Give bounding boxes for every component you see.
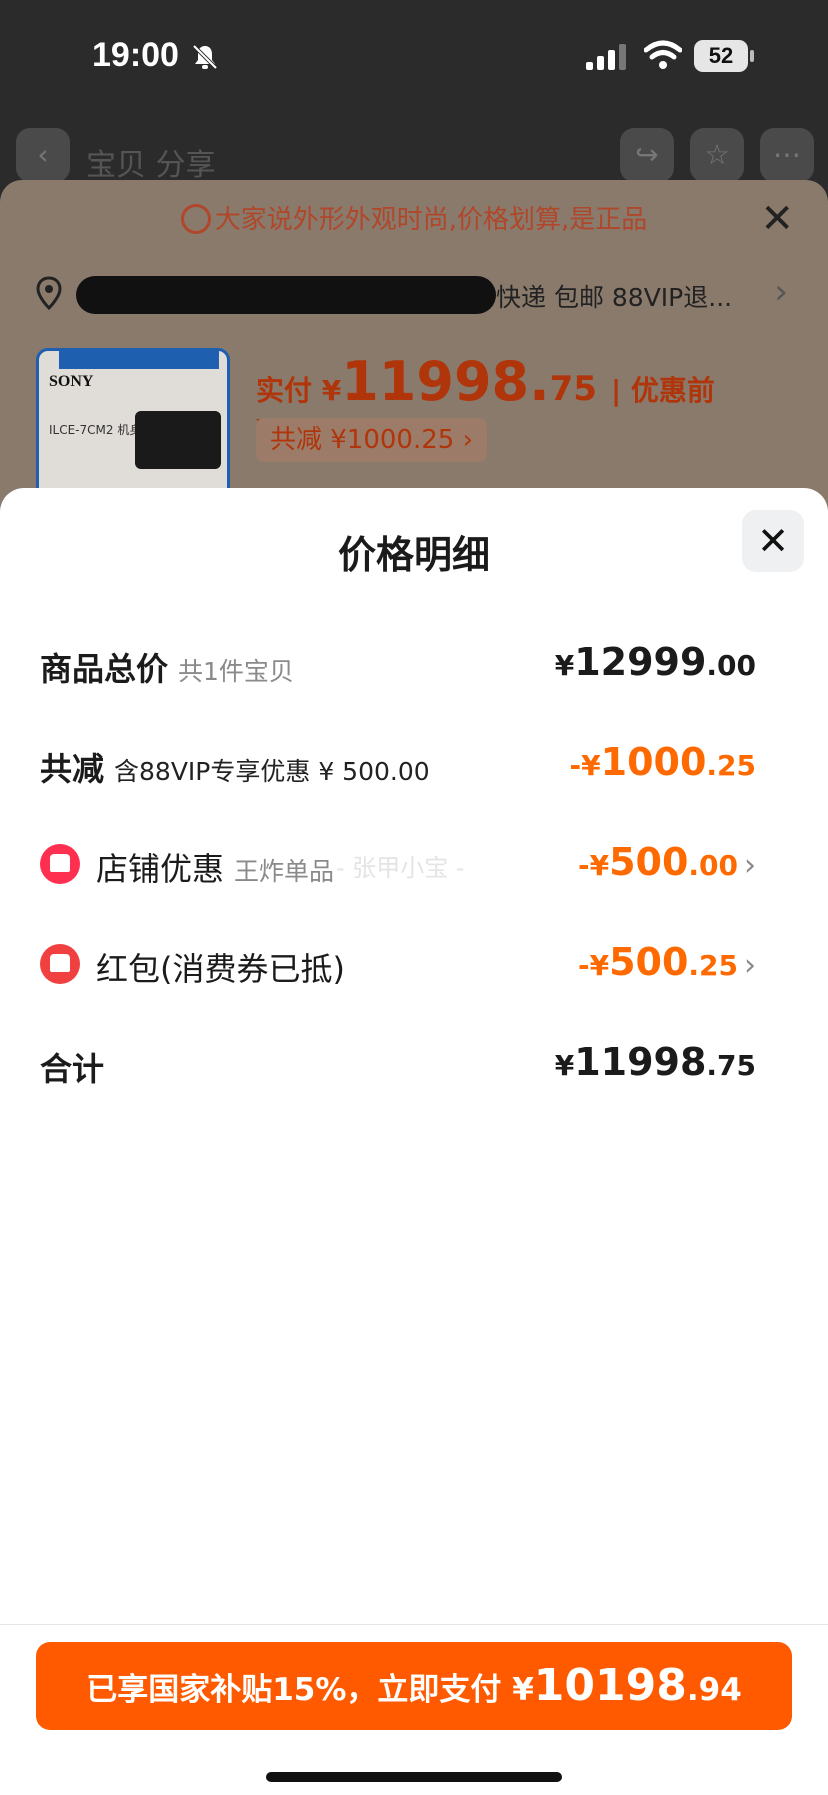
row-store-discount[interactable]: 店铺优惠 王炸单品 - 张甲小宝 - -¥500.00 › <box>40 834 756 894</box>
location-pin-icon <box>36 276 62 310</box>
footer-divider <box>0 1624 828 1625</box>
saved-amount-badge[interactable]: 共减 ¥1000.25 › <box>256 418 487 462</box>
status-time: 19:00 <box>92 36 179 74</box>
red-packet-icon <box>40 944 80 984</box>
close-icon: ✕ <box>757 519 789 563</box>
chat-icon <box>180 204 211 234</box>
watermark: - 张甲小宝 - <box>336 854 465 882</box>
pay-now-button[interactable]: 已享国家补贴15%，立即支付 ¥10198.94 <box>36 1642 792 1730</box>
address-row[interactable]: 快递 包邮 88VIP退... › <box>36 272 796 316</box>
close-button[interactable]: ✕ <box>742 510 804 572</box>
product-panel: 大家说外形外观时尚,价格划算,是正品 ✕ 快递 包邮 88VIP退... › S… <box>0 180 828 548</box>
chevron-right-icon: › <box>774 272 788 312</box>
row-grand-total: 合计 ¥11998.75 <box>40 1040 756 1088</box>
sheet-title: 价格明细 <box>337 533 490 577</box>
row-red-packet[interactable]: 红包(消费券已抵) -¥500.25 › <box>40 934 756 994</box>
camera-image <box>135 411 221 469</box>
signal-icon <box>586 44 626 70</box>
row-total-discount: 共减 含88VIP专享优惠 ¥ 500.00 -¥1000.25 <box>40 740 756 788</box>
star-icon: ☆ <box>690 128 744 182</box>
price-detail-sheet: 价格明细 ✕ 商品总价 共1件宝贝 ¥12999.00 共减 含88VIP专享优惠 … <box>0 488 828 1795</box>
chevron-right-icon: › <box>744 948 756 983</box>
brand-label: SONY <box>49 373 94 390</box>
status-bar: 19:00 52 <box>0 0 828 110</box>
shipping-info: 快递 包邮 88VIP退... <box>496 283 733 312</box>
banner-close-icon[interactable]: ✕ <box>760 196 794 242</box>
chevron-right-icon: › <box>744 848 756 883</box>
redacted-address <box>76 276 496 314</box>
battery-level: 52 <box>694 40 748 72</box>
background-tabs: 宝贝 分享 <box>86 148 216 183</box>
review-banner: 大家说外形外观时尚,价格划算,是正品 <box>0 190 828 250</box>
back-icon: ‹ <box>16 128 70 182</box>
model-label: ILCE-7CM2 机身 <box>49 423 142 437</box>
store-icon <box>40 844 80 884</box>
more-icon: ⋯ <box>760 128 814 182</box>
battery-icon: 52 <box>694 40 754 72</box>
wifi-icon <box>644 40 682 69</box>
home-indicator <box>266 1772 562 1782</box>
bell-muted-icon <box>192 44 218 70</box>
share-icon: ↪ <box>620 128 674 182</box>
row-total-price: 商品总价 共1件宝贝 ¥12999.00 <box>40 640 756 688</box>
